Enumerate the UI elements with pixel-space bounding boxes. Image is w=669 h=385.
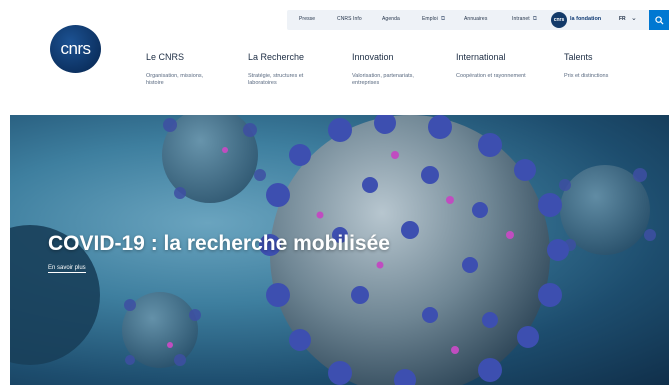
nav-desc: Organisation, missions, histoire xyxy=(146,73,204,86)
nav-title: International xyxy=(456,52,506,62)
logo-text: cnrs xyxy=(60,39,91,58)
search-button[interactable] xyxy=(649,10,669,30)
nav-desc: Coopération et rayonnement xyxy=(456,73,526,79)
language-selector[interactable]: FR xyxy=(619,16,626,22)
nav-item-la-recherche[interactable]: La Recherche Stratégie, structures et la… xyxy=(248,52,318,87)
cnrs-logo[interactable]: cnrs xyxy=(50,25,101,73)
nav-title: Le CNRS xyxy=(146,52,185,62)
emploi-label: Emploi xyxy=(422,16,438,22)
nav-item-le-cnrs[interactable]: Le CNRS Organisation, missions, histoire xyxy=(146,52,216,87)
utility-link-cnrs-info[interactable]: CNRS Info xyxy=(337,16,362,22)
utility-link-agenda[interactable]: Agenda xyxy=(382,16,400,22)
hero-read-more-link[interactable]: En savoir plus xyxy=(48,265,86,273)
search-icon xyxy=(654,15,664,25)
utility-bar: Presse CNRS Info Agenda Emploi ⧉ Annuaire… xyxy=(287,10,669,30)
hero-banner[interactable]: COVID-19 : la recherche mobilisée En sav… xyxy=(10,115,669,385)
nav-item-talents[interactable]: Talents Prix et distinctions xyxy=(564,52,634,80)
external-link-icon: ⧉ xyxy=(440,16,446,22)
utility-link-intranet[interactable]: Intranet ⧉ xyxy=(512,16,537,23)
nav-desc: Valorisation, partenariats, entreprises xyxy=(352,73,414,86)
utility-link-emploi[interactable]: Emploi ⧉ xyxy=(422,16,445,23)
nav-desc: Stratégie, structures et laboratoires xyxy=(248,73,304,86)
external-link-icon: ⧉ xyxy=(532,16,538,22)
nav-item-international[interactable]: International Coopération et rayonnement xyxy=(456,52,526,80)
utility-link-annuaires[interactable]: Annuaires xyxy=(464,16,487,22)
intranet-label: Intranet xyxy=(512,16,530,22)
fondation-link[interactable]: la fondation xyxy=(570,16,601,22)
nav-title: Innovation xyxy=(352,52,394,62)
nav-item-innovation[interactable]: Innovation Valorisation, partenariats, e… xyxy=(352,52,422,87)
utility-link-presse[interactable]: Presse xyxy=(299,16,315,22)
chevron-down-icon[interactable]: ⌄ xyxy=(631,14,637,22)
hero-title: COVID-19 : la recherche mobilisée xyxy=(48,232,390,255)
nav-title: La Recherche xyxy=(248,52,305,62)
nav-desc: Prix et distinctions xyxy=(564,73,609,79)
nav-title: Talents xyxy=(564,52,593,62)
fondation-logo[interactable]: cnrs xyxy=(551,12,567,28)
